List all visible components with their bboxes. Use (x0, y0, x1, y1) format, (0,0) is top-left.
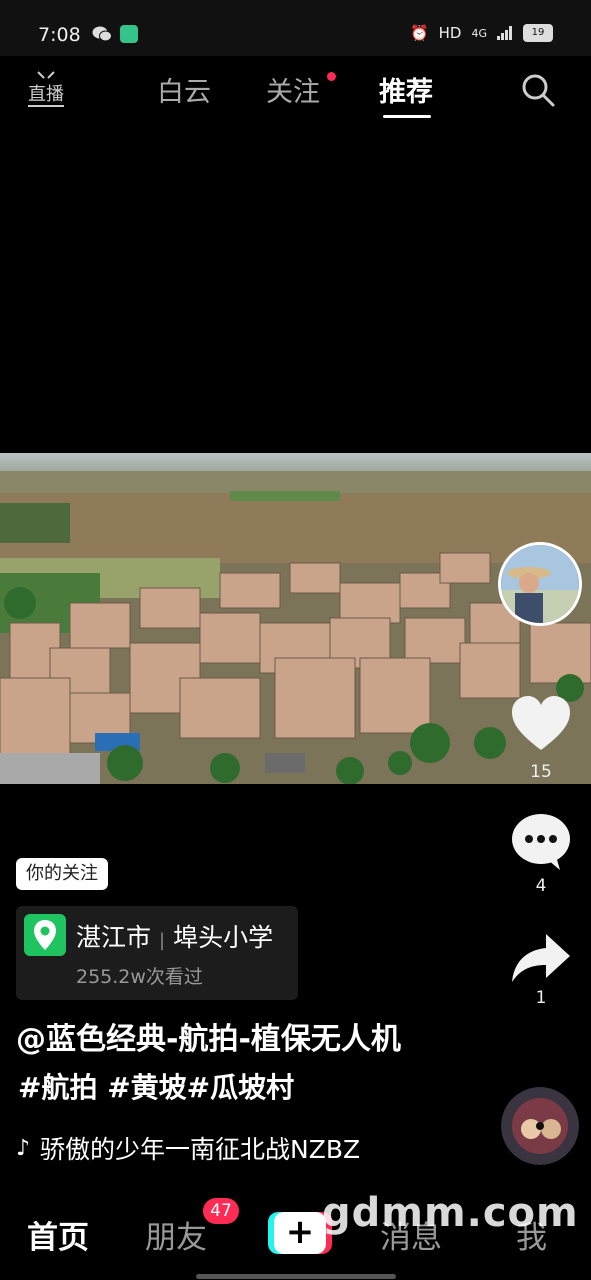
music-note-icon: ♪ (16, 1135, 31, 1161)
status-left-icons (92, 25, 138, 43)
active-tab-indicator (383, 115, 431, 118)
avatar-image (501, 545, 579, 623)
video-player[interactable] (0, 453, 591, 784)
location-title: 湛江市 | 埠头小学 (76, 918, 273, 954)
comment-count: 4 (535, 876, 547, 896)
aerial-village-image (0, 453, 591, 784)
location-views: 255.2w次看过 (76, 966, 203, 988)
watermark: gdmm.com (322, 1190, 579, 1236)
signal-label: 4G (471, 26, 487, 40)
hashtags[interactable]: #航拍 #黄坡#瓜坡村 (18, 1066, 294, 1106)
home-indicator (196, 1274, 396, 1279)
music-row[interactable]: ♪ 骄傲的少年一南征北战NZBZ (16, 1130, 360, 1166)
like-count: 15 (530, 762, 552, 782)
wechat-icon (92, 26, 112, 42)
search-icon[interactable] (520, 72, 556, 108)
location-card[interactable]: 湛江市 | 埠头小学 255.2w次看过 (16, 906, 298, 1000)
plus-icon: + (285, 1212, 315, 1252)
tab-local[interactable]: 白云 (157, 70, 211, 109)
battery-icon: 19 (523, 24, 553, 42)
live-button[interactable]: 直播 (26, 70, 66, 110)
music-disc[interactable] (501, 1087, 579, 1165)
tab-following[interactable]: 关注 (266, 70, 320, 109)
nav-home[interactable]: 首页 (27, 1212, 89, 1257)
alarm-icon: ⏰ (409, 24, 429, 42)
status-time: 7:08 (38, 24, 81, 46)
friends-badge: 47 (203, 1198, 239, 1224)
nav-friends[interactable]: 朋友 (145, 1212, 207, 1257)
following-tag: 你的关注 (16, 858, 108, 890)
share-arrow-icon[interactable] (510, 930, 572, 984)
like-heart-icon[interactable] (510, 694, 572, 752)
app-notification-icon (120, 25, 138, 43)
music-cover-image (501, 1087, 579, 1165)
location-pin-icon (24, 914, 66, 956)
location-place: 埠头小学 (173, 923, 274, 952)
author-name[interactable]: @蓝色经典-航拍-植保无人机 (16, 1014, 401, 1058)
network-label: HD (438, 24, 462, 42)
signal-bars-icon (497, 26, 512, 40)
music-title: 骄傲的少年一南征北战NZBZ (40, 1135, 361, 1164)
author-avatar[interactable] (498, 542, 582, 626)
location-separator: | (159, 930, 166, 951)
comment-icon[interactable] (510, 812, 572, 872)
status-right: ⏰ HD 4G 19 (410, 24, 553, 42)
location-city: 湛江市 (76, 923, 152, 952)
tab-recommended[interactable]: 推荐 (379, 70, 433, 109)
share-count: 1 (535, 988, 547, 1008)
following-notification-dot (327, 72, 336, 81)
live-label: 直播 (28, 84, 64, 105)
